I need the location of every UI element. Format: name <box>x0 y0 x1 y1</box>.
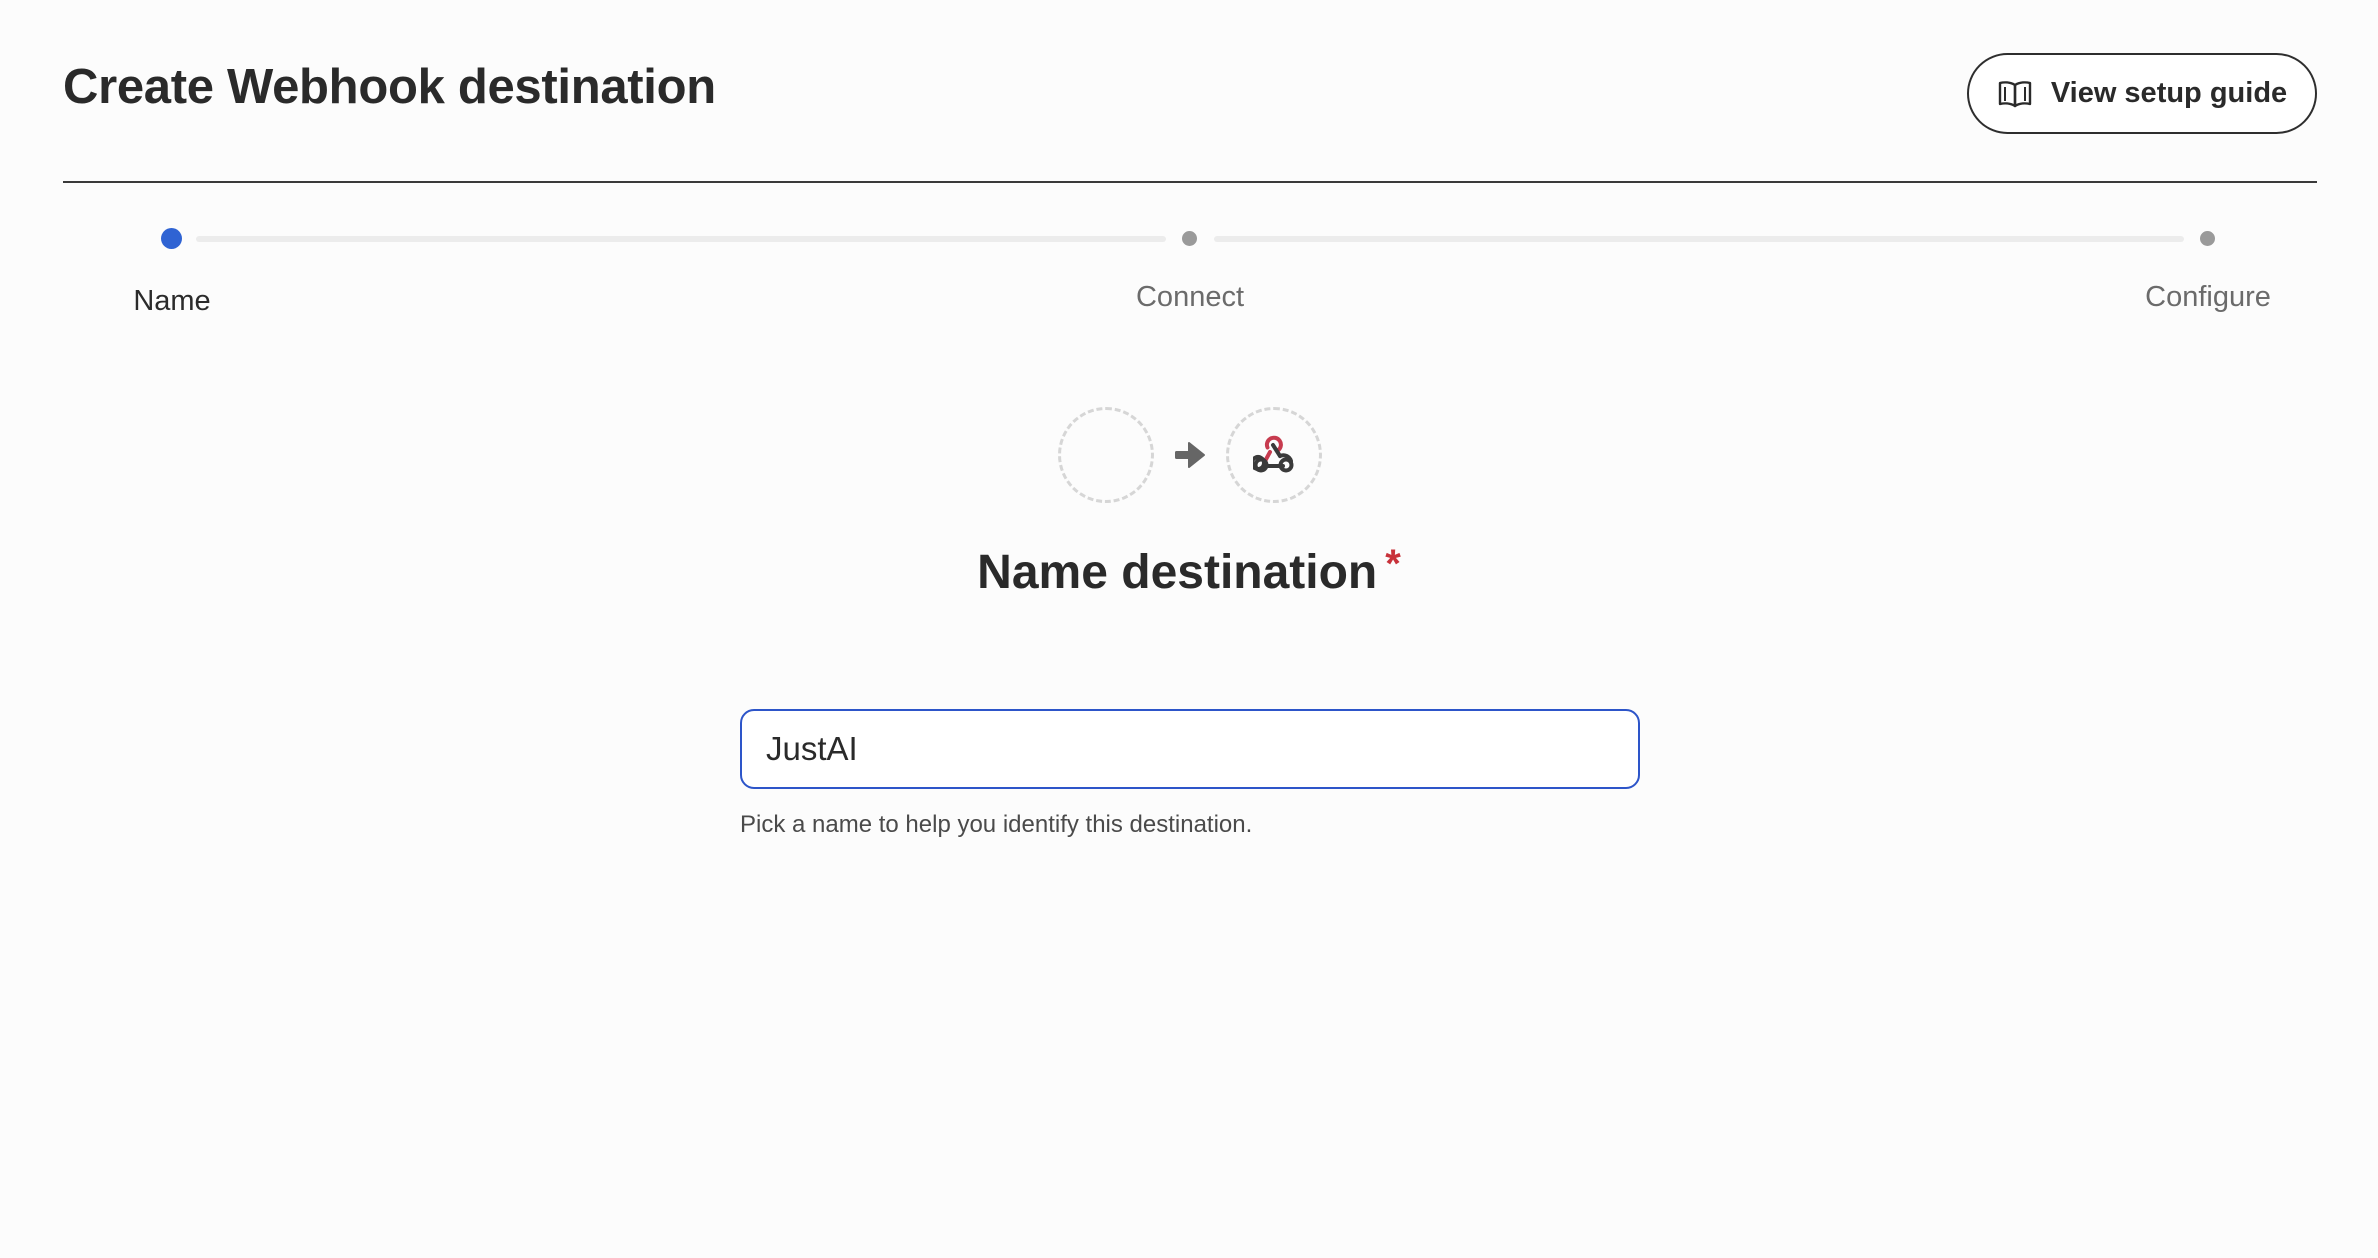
section-title: Name destination * <box>0 542 2378 602</box>
step-name-dot[interactable] <box>161 228 182 249</box>
step-connector-line <box>196 236 1166 242</box>
step-configure-dot[interactable] <box>2200 231 2215 246</box>
progress-stepper: Name Connect Configure <box>0 0 2378 340</box>
step-name-label[interactable]: Name <box>133 284 210 319</box>
helper-text: Pick a name to help you identify this de… <box>740 811 1253 838</box>
destination-circle <box>1226 407 1322 503</box>
destination-name-input[interactable] <box>740 709 1640 789</box>
section-title-text: Name destination <box>977 546 1378 599</box>
step-connect-label[interactable]: Connect <box>1136 280 1244 315</box>
arrow-right-icon <box>1175 442 1205 468</box>
required-marker: * <box>1385 542 1401 586</box>
source-placeholder-circle <box>1058 407 1154 503</box>
step-connect-dot[interactable] <box>1182 231 1197 246</box>
webhook-icon <box>1253 435 1294 473</box>
step-connector-line <box>1214 236 2184 242</box>
step-configure-label[interactable]: Configure <box>2145 280 2271 315</box>
